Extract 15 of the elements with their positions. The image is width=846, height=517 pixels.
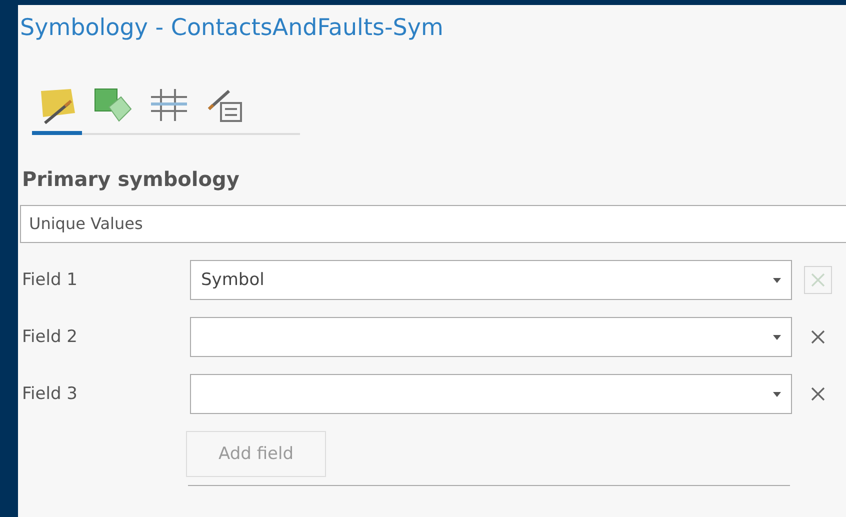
- field-label: Field 2: [21, 327, 78, 347]
- field-dropdown[interactable]: [190, 374, 792, 414]
- field-dropdown[interactable]: Symbol: [190, 260, 792, 300]
- close-icon: [810, 272, 826, 288]
- caret-icon: [773, 278, 781, 282]
- caret-icon: [773, 334, 781, 340]
- field-label: Field 3: [21, 384, 78, 404]
- field-label: Field 1: [21, 270, 78, 290]
- symbology-dropdown[interactable]: Unique Values: [20, 205, 846, 243]
- caret-icon: [773, 392, 781, 396]
- close-icon: [810, 386, 826, 402]
- close-icon: [810, 329, 826, 345]
- field-dropdown[interactable]: [190, 317, 792, 357]
- window-title: Symbology - ContactsAndFaults-Sym: [19, 14, 444, 43]
- section-heading: Primary symbology: [21, 166, 240, 193]
